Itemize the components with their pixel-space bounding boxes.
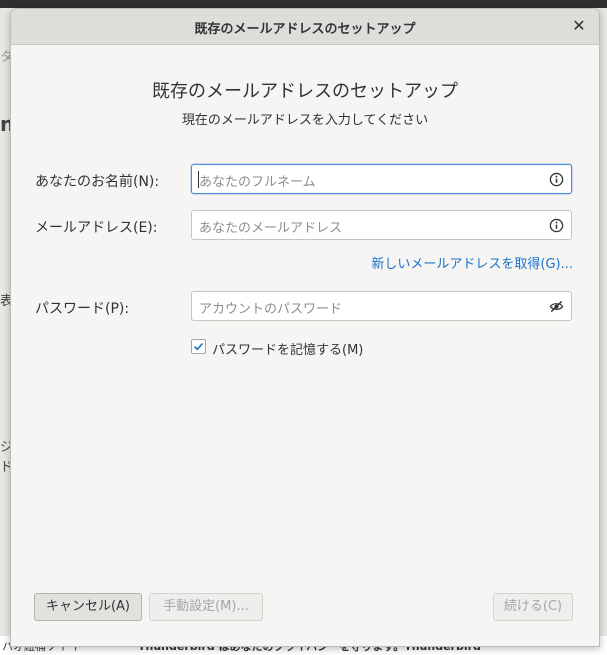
close-icon[interactable]: ✕ xyxy=(569,16,589,36)
check-icon xyxy=(193,342,204,351)
email-label: メールアドレス(E): xyxy=(35,220,158,236)
page-title: 既存のメールアドレスのセットアップ xyxy=(152,81,458,102)
info-icon[interactable] xyxy=(549,218,564,233)
account-setup-dialog: 既存のメールアドレスのセットアップ ✕ 既存のメールアドレスのセットアップ 現在… xyxy=(10,8,600,647)
get-new-email-link[interactable]: 新しいメールアドレスを取得(G)... xyxy=(371,253,573,272)
dialog-titlebar: 既存のメールアドレスのセットアップ ✕ xyxy=(11,9,599,45)
email-field[interactable]: あなたのメールアドレス xyxy=(191,210,572,240)
password-field[interactable]: アカウントのパスワード xyxy=(191,291,572,321)
name-field[interactable]: あなたのフルネーム xyxy=(191,164,572,194)
remember-password-checkbox[interactable] xyxy=(191,339,206,354)
password-label: パスワード(P): xyxy=(35,301,130,317)
continue-button[interactable]: 続ける(C) xyxy=(493,593,573,621)
name-placeholder: あなたのフルネーム xyxy=(199,175,316,190)
cancel-button[interactable]: キャンセル(A) xyxy=(34,593,142,621)
remember-password-label[interactable]: パスワードを記憶する(M) xyxy=(212,339,363,358)
email-placeholder: あなたのメールアドレス xyxy=(199,221,343,236)
name-label: あなたのお名前(N): xyxy=(35,174,160,190)
page-subtitle: 現在のメールアドレスを入力してください xyxy=(181,113,429,128)
info-icon[interactable] xyxy=(549,172,564,187)
background-top-bar xyxy=(0,0,607,8)
password-placeholder: アカウントのパスワード xyxy=(199,302,343,317)
eye-slash-icon[interactable] xyxy=(549,299,564,314)
dialog-window-title: 既存のメールアドレスのセットアップ xyxy=(194,22,416,37)
manual-config-button[interactable]: 手動設定(M)... xyxy=(149,593,263,621)
